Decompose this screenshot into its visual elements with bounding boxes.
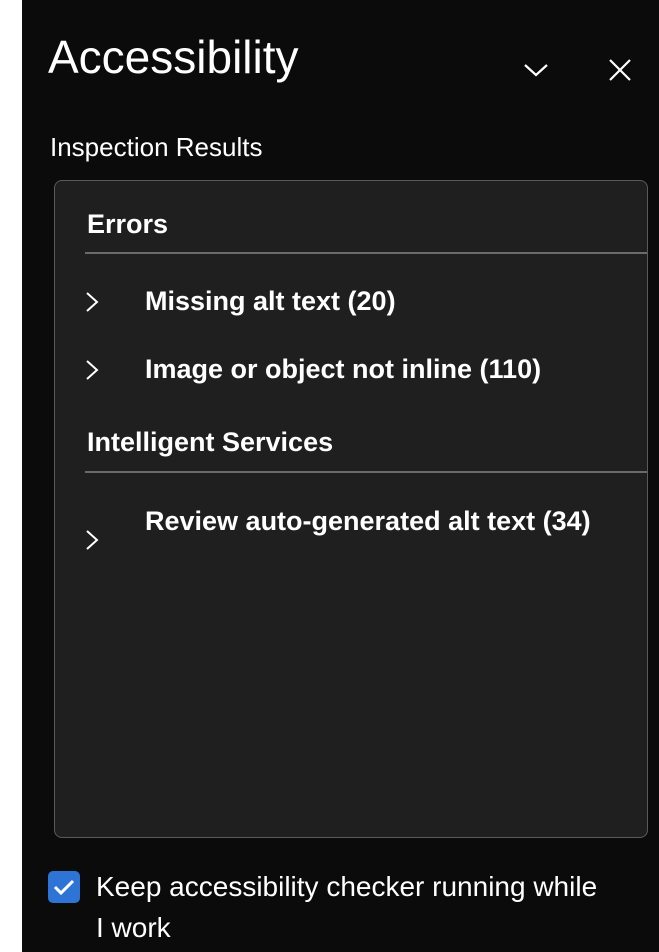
chevron-down-icon [524, 64, 548, 77]
section-divider [85, 252, 647, 254]
checkmark-icon [53, 879, 75, 896]
accessibility-pane: Accessibility Inspection Results Errors … [22, 0, 659, 952]
close-icon [609, 59, 631, 81]
issue-label: Image or object not inline (110) [145, 354, 542, 384]
task-pane-options-button[interactable] [516, 50, 556, 90]
chevron-right-icon [85, 291, 105, 312]
keep-checker-running-option[interactable]: Keep accessibility checker running while… [48, 866, 628, 946]
issue-label: Missing alt text (20) [145, 286, 396, 316]
chevron-right-icon [85, 529, 105, 550]
issue-item-review-alt-text[interactable]: Review auto-generated alt text (34) [85, 503, 635, 583]
section-header-errors: Errors [87, 209, 169, 239]
inspection-results-heading: Inspection Results [50, 132, 263, 162]
chevron-right-icon [85, 359, 105, 380]
section-header-intelligent-services: Intelligent Services [87, 427, 334, 457]
keep-running-checkbox[interactable] [48, 871, 80, 903]
pane-title: Accessibility [48, 31, 299, 83]
section-divider [85, 471, 647, 473]
issue-label: Review auto-generated alt text (34) [145, 506, 591, 536]
keep-running-label: Keep accessibility checker running while… [96, 871, 598, 943]
close-pane-button[interactable] [600, 50, 640, 90]
issue-item-image-not-inline[interactable]: Image or object not inline (110) [85, 351, 635, 391]
issue-item-missing-alt-text[interactable]: Missing alt text (20) [85, 283, 635, 323]
inspection-results-list: Errors Missing alt text (20) Image or ob… [54, 180, 648, 838]
